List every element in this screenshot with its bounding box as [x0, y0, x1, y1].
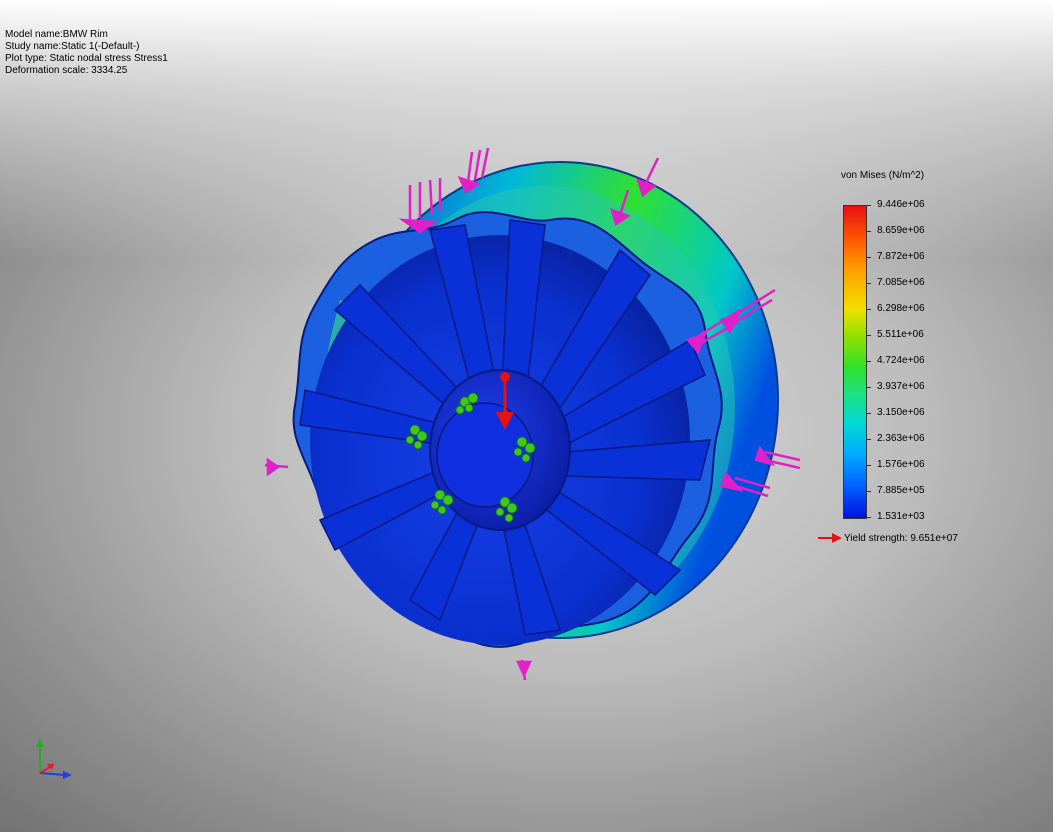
legend-tick-label: 7.885e+05: [877, 485, 925, 496]
plot-type-label: Plot type: Static nodal stress Stress1: [5, 53, 168, 64]
legend-tick-label: 1.576e+06: [877, 459, 925, 470]
legend-tick-label: 3.150e+06: [877, 407, 925, 418]
legend-tick-label: 6.298e+06: [877, 303, 925, 314]
legend-tick-label: 4.724e+06: [877, 355, 925, 366]
axis-triad-icon: [36, 738, 72, 779]
legend-tick-mark: [867, 517, 871, 518]
legend-tick-mark: [867, 205, 871, 206]
legend-tick-mark: [867, 309, 871, 310]
legend-tick-mark: [867, 491, 871, 492]
legend-tick-mark: [867, 413, 871, 414]
study-info-block: Model name:BMW Rim Study name:Static 1(-…: [5, 29, 168, 77]
rim-model-render[interactable]: [260, 140, 800, 700]
legend-tick-mark: [867, 283, 871, 284]
legend-tick-mark: [867, 387, 871, 388]
legend-tick-label: 2.363e+06: [877, 433, 925, 444]
legend-tick-mark: [867, 439, 871, 440]
legend-tick-mark: [867, 465, 871, 466]
legend-tick-label: 7.872e+06: [877, 251, 925, 262]
yield-strength-text: Yield strength: 9.651e+07: [844, 533, 958, 544]
legend-tick-label: 8.659e+06: [877, 225, 925, 236]
model-name-label: Model name:BMW Rim: [5, 29, 108, 40]
stress-legend[interactable]: von Mises (N/m^2) 9.446e+06 8.659e+06 7.87…: [818, 170, 1016, 550]
legend-tick-label: 7.085e+06: [877, 277, 925, 288]
yield-strength-label: Yield strength: 9.651e+07: [818, 533, 958, 544]
yield-arrow-icon: [818, 533, 842, 544]
legend-tick-mark: [867, 335, 871, 336]
legend-tick-label: 3.937e+06: [877, 381, 925, 392]
legend-tick-mark: [867, 257, 871, 258]
legend-title: von Mises (N/m^2): [841, 170, 925, 181]
study-name-label: Study name:Static 1(-Default-): [5, 41, 140, 52]
legend-tick-label: 5.511e+06: [877, 329, 924, 340]
legend-tick-mark: [867, 361, 871, 362]
legend-tick-mark: [867, 231, 871, 232]
legend-tick-label: 9.446e+06: [877, 199, 925, 210]
legend-colorbar: [843, 205, 867, 519]
legend-tick-label: 1.531e+03: [877, 511, 925, 522]
deformation-scale-label: Deformation scale: 3334.25: [5, 65, 128, 76]
